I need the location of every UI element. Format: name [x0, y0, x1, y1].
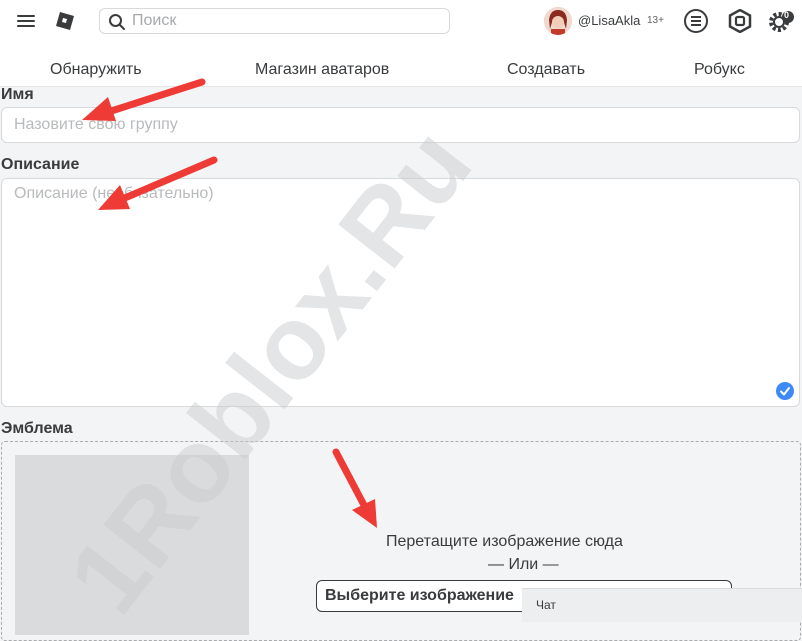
hamburger-menu-icon[interactable]	[17, 13, 37, 29]
drop-hint: Перетащите изображение сюда	[386, 533, 623, 550]
checkmark-icon	[776, 382, 794, 400]
age-badge: 13+	[647, 15, 664, 26]
description-input[interactable]	[1, 178, 800, 407]
top-bar: @LisaAkla 13+ 0	[0, 0, 802, 42]
avatar[interactable]	[544, 7, 572, 35]
name-label: Имя	[1, 86, 34, 103]
robux-count: 0	[784, 10, 790, 20]
roblox-logo-icon[interactable]	[56, 12, 74, 30]
nav-avatar-shop[interactable]: Магазин аватаров	[255, 61, 389, 79]
notifications-list-icon[interactable]	[684, 9, 708, 33]
search-box[interactable]	[99, 8, 450, 34]
settings-gear-icon[interactable]: 0	[768, 9, 794, 33]
emblem-preview	[15, 455, 249, 635]
group-name-input[interactable]	[1, 107, 800, 143]
emblem-label: Эмблема	[1, 420, 73, 437]
chat-panel[interactable]: Чат	[522, 588, 802, 622]
robux-icon[interactable]	[728, 8, 752, 34]
main-nav: Обнаружить Магазин аватаров Создавать Ро…	[0, 42, 802, 87]
username[interactable]: @LisaAkla	[578, 13, 640, 28]
chat-label: Чат	[536, 598, 556, 612]
or-separator: — Или —	[488, 556, 559, 573]
nav-create[interactable]: Создавать	[507, 61, 585, 79]
nav-discover[interactable]: Обнаружить	[50, 61, 142, 79]
nav-robux[interactable]: Робукс	[694, 61, 745, 79]
search-icon	[108, 13, 126, 31]
description-label: Описание	[1, 156, 80, 173]
search-input[interactable]	[132, 11, 432, 31]
